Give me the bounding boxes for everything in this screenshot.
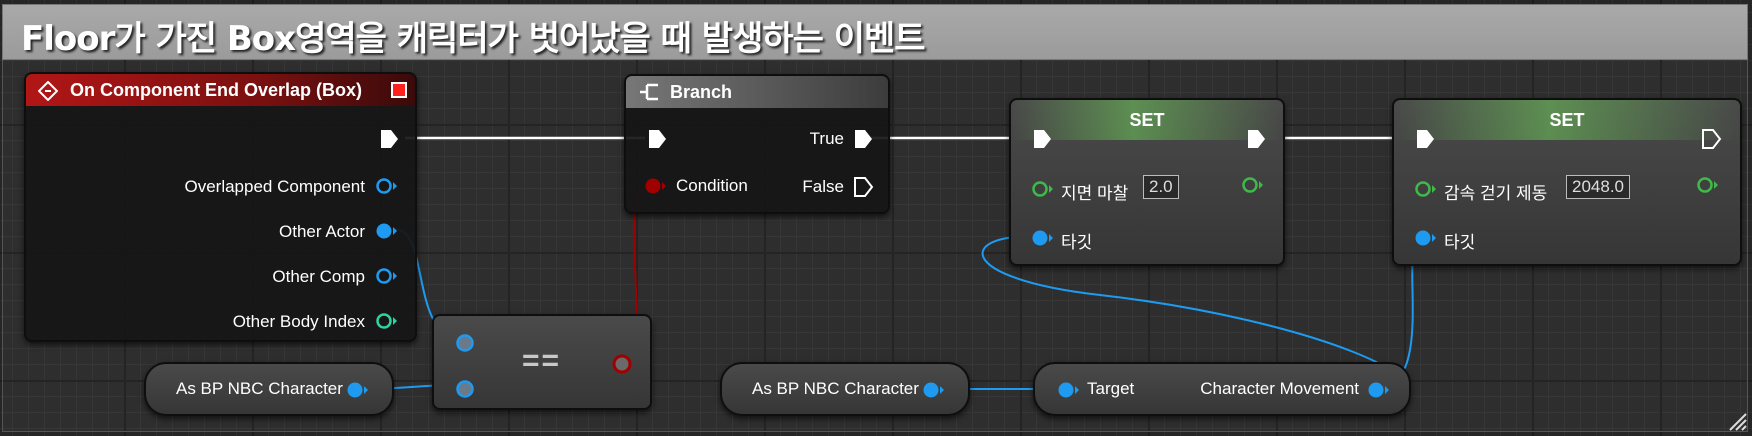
pin-label-other-comp: Other Comp [272, 267, 365, 286]
set2-target-label: 타깃 [1444, 233, 1476, 252]
branch-icon [640, 83, 658, 101]
set1-value-field[interactable]: 2.0 [1143, 175, 1179, 199]
event-exec-out-pin[interactable] [378, 128, 400, 150]
cast-node-1-output-pin[interactable] [346, 380, 370, 400]
branch-false-label: False [802, 177, 844, 196]
set1-value-in-pin[interactable] [1031, 179, 1055, 199]
set-node-friction-title: SET [1129, 110, 1165, 130]
cast-node-2-output-pin[interactable] [922, 380, 946, 400]
set2-value-out-pin[interactable] [1696, 175, 1720, 195]
branch-node-title: Branch [670, 82, 733, 102]
set-node-friction[interactable]: SET 지면 마찰 2.0 타깃 [1009, 98, 1285, 266]
other-comp-pin[interactable] [375, 266, 399, 286]
equal-input-a-pin[interactable] [454, 332, 476, 354]
branch-node[interactable]: Branch True Condition False [624, 74, 890, 214]
set1-exec-in-pin[interactable] [1031, 128, 1053, 150]
cast-node-2-label: As BP NBC Character [752, 379, 919, 398]
set2-target-pin[interactable] [1414, 228, 1438, 248]
branch-node-header[interactable]: Branch [626, 76, 888, 108]
branch-true-label: True [809, 129, 844, 148]
set2-exec-out-pin[interactable] [1700, 128, 1722, 150]
set2-value-in-pin[interactable] [1414, 179, 1438, 199]
other-actor-pin[interactable] [375, 221, 399, 241]
event-node[interactable]: On Component End Overlap (Box) Overlappe… [24, 72, 417, 342]
equal-operator-label: == [522, 344, 562, 377]
set-node-braking-title: SET [1549, 110, 1585, 130]
set-node-braking[interactable]: SET 감속 걷기 제동 2048.0 타깃 [1392, 98, 1742, 266]
cast-node-2[interactable]: As BP NBC Character [720, 362, 970, 416]
branch-condition-pin[interactable] [644, 176, 668, 196]
set1-value-out-pin[interactable] [1241, 175, 1265, 195]
branch-false-pin[interactable] [852, 176, 874, 198]
blueprint-graph[interactable]: Floor가 가진 Box영역을 캐릭터가 벗어났을 때 발생하는 이벤트 On… [0, 0, 1752, 436]
pin-label-other-body-index: Other Body Index [232, 312, 365, 331]
branch-exec-in-pin[interactable] [646, 128, 668, 150]
get-movement-output-pin[interactable] [1367, 380, 1391, 400]
get-movement-target-label: Target [1087, 379, 1135, 398]
set1-exec-out-pin[interactable] [1245, 128, 1267, 150]
set2-var-label: 감속 걷기 제동 [1444, 184, 1548, 203]
event-node-header[interactable]: On Component End Overlap (Box) [26, 74, 415, 106]
event-node-title: On Component End Overlap (Box) [70, 80, 363, 100]
set2-exec-in-pin[interactable] [1414, 128, 1436, 150]
set1-target-pin[interactable] [1031, 228, 1055, 248]
other-body-index-pin[interactable] [375, 311, 399, 331]
event-icon [38, 81, 58, 101]
set1-var-label: 지면 마찰 [1061, 184, 1129, 203]
pin-label-other-actor: Other Actor [279, 222, 365, 241]
get-movement-target-pin[interactable] [1057, 380, 1081, 400]
equal-input-b-pin[interactable] [454, 378, 476, 400]
set-node-braking-header[interactable]: SET [1394, 100, 1740, 140]
cast-node-1-label: As BP NBC Character [176, 379, 343, 398]
resize-grip-icon[interactable] [1726, 410, 1748, 432]
cast-node-1[interactable]: As BP NBC Character [144, 362, 394, 416]
pin-label-overlapped-component: Overlapped Component [184, 177, 365, 196]
branch-condition-label: Condition [676, 176, 748, 195]
set2-value-field[interactable]: 2048.0 [1566, 175, 1630, 199]
set1-target-label: 타깃 [1061, 233, 1093, 252]
get-movement-output-label: Character Movement [1200, 379, 1359, 398]
equal-node[interactable]: == [432, 314, 652, 410]
get-movement-node[interactable]: Target Character Movement [1033, 362, 1411, 416]
delegate-pin-icon[interactable] [390, 81, 408, 99]
branch-true-pin[interactable] [852, 128, 874, 150]
overlapped-component-pin[interactable] [375, 176, 399, 196]
equal-output-pin[interactable] [610, 352, 634, 376]
